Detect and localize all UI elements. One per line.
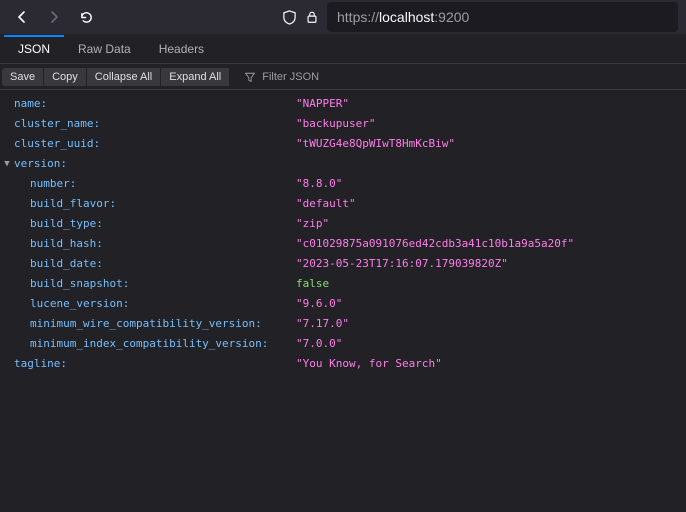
json-value: "7.0.0" xyxy=(296,334,342,354)
json-viewer: name: "NAPPER" cluster_name: "backupuser… xyxy=(0,90,686,378)
toggle-icon xyxy=(0,94,14,114)
filter-wrap xyxy=(238,71,368,83)
json-value: "7.17.0" xyxy=(296,314,349,334)
json-row[interactable]: name: "NAPPER" xyxy=(0,94,686,114)
back-button[interactable] xyxy=(8,3,36,31)
url-scheme: https:// xyxy=(337,9,379,25)
json-value: "tWUZG4e8QpWIwT8HmKcBiw" xyxy=(296,134,455,154)
json-row[interactable]: tagline: "You Know, for Search" xyxy=(0,354,686,374)
json-value: "9.6.0" xyxy=(296,294,342,314)
url-host: localhost xyxy=(379,9,434,25)
json-row[interactable]: cluster_name: "backupuser" xyxy=(0,114,686,134)
json-value: "8.8.0" xyxy=(296,174,342,194)
json-row[interactable]: number: "8.8.0" xyxy=(0,174,686,194)
collapse-all-button[interactable]: Collapse All xyxy=(87,68,160,86)
json-value: "zip" xyxy=(296,214,329,234)
tab-json[interactable]: JSON xyxy=(4,35,64,63)
json-value: "default" xyxy=(296,194,356,214)
json-row[interactable]: build_snapshot: false xyxy=(0,274,686,294)
json-row[interactable]: build_date: "2023-05-23T17:16:07.1790398… xyxy=(0,254,686,274)
reload-button[interactable] xyxy=(72,3,100,31)
json-row[interactable]: build_flavor: "default" xyxy=(0,194,686,214)
reload-icon xyxy=(79,10,94,25)
json-row[interactable]: ▼ version: xyxy=(0,154,686,174)
filter-input[interactable] xyxy=(262,71,362,83)
expand-all-button[interactable]: Expand All xyxy=(161,68,229,86)
arrow-right-icon xyxy=(46,9,62,25)
copy-button[interactable]: Copy xyxy=(44,68,86,86)
json-value: "NAPPER" xyxy=(296,94,349,114)
url-port: :9200 xyxy=(434,9,469,25)
tab-raw-data[interactable]: Raw Data xyxy=(64,35,145,63)
forward-button[interactable] xyxy=(40,3,68,31)
json-row[interactable]: minimum_wire_compatibility_version: "7.1… xyxy=(0,314,686,334)
json-row[interactable]: lucene_version: "9.6.0" xyxy=(0,294,686,314)
shield-icon[interactable] xyxy=(282,10,297,25)
arrow-left-icon xyxy=(14,9,30,25)
json-row[interactable]: minimum_index_compatibility_version: "7.… xyxy=(0,334,686,354)
save-button[interactable]: Save xyxy=(2,68,43,86)
json-row[interactable]: build_type: "zip" xyxy=(0,214,686,234)
json-value: "You Know, for Search" xyxy=(296,354,442,374)
address-bar[interactable]: https://localhost:9200 xyxy=(327,2,678,32)
json-value: "2023-05-23T17:16:07.179039820Z" xyxy=(296,254,508,274)
lock-icon[interactable] xyxy=(305,10,319,24)
view-tabs: JSON Raw Data Headers xyxy=(0,34,686,64)
json-value: false xyxy=(296,274,329,294)
filter-icon xyxy=(244,71,256,83)
json-value: "backupuser" xyxy=(296,114,375,134)
json-row[interactable]: build_hash: "c01029875a091076ed42cdb3a41… xyxy=(0,234,686,254)
tab-headers[interactable]: Headers xyxy=(145,35,218,63)
collapse-icon[interactable]: ▼ xyxy=(0,154,14,174)
action-bar: Save Copy Collapse All Expand All xyxy=(0,64,686,90)
browser-toolbar: https://localhost:9200 xyxy=(0,0,686,34)
json-row[interactable]: cluster_uuid: "tWUZG4e8QpWIwT8HmKcBiw" xyxy=(0,134,686,154)
json-value: "c01029875a091076ed42cdb3a41c10b1a9a5a20… xyxy=(296,234,574,254)
